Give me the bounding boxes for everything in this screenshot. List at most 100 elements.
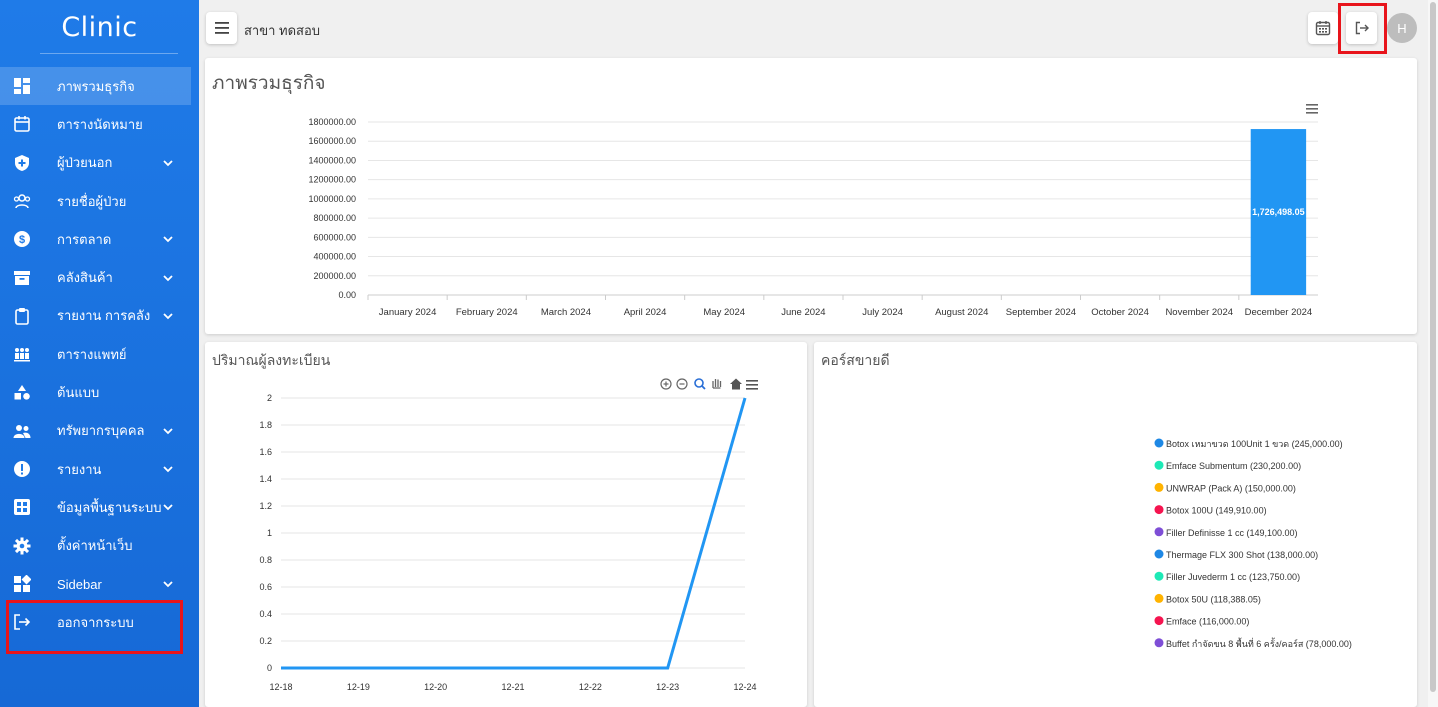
sidebar-item-label: ผู้ป่วยนอก [57, 155, 113, 171]
svg-text:$: $ [19, 234, 25, 246]
sidebar-item-label: ทรัพยากรบุคคล [57, 423, 145, 439]
legend-label[interactable]: Filler Juvederm 1 cc (123,750.00) [1166, 572, 1300, 582]
business-overview-card: ภาพรวมธุรกิจ 0.00 200000.00 400000.00 60000… [205, 58, 1417, 334]
x-tick-label: September 2024 [1006, 307, 1076, 318]
y-tick-label: 1.4 [259, 474, 272, 484]
sidebar-item-12[interactable]: ตั้งค่าหน้าเว็บ [0, 527, 199, 565]
sidebar-item-10[interactable]: รายงาน [0, 450, 199, 488]
legend-label[interactable]: Botox เหมาขวด 100Unit 1 ขวด (245,000.00) [1166, 439, 1343, 449]
sidebar-item-2[interactable]: ผู้ป่วยนอก [0, 144, 199, 182]
y-tick-label: 0.4 [259, 609, 272, 619]
hamburger-icon [214, 22, 229, 34]
sidebar-item-5[interactable]: คลังสินค้า [0, 258, 199, 296]
y-tick-label: 1200000.00 [308, 175, 356, 185]
legend-marker[interactable] [1154, 527, 1164, 537]
sidebar-item-label: ต้นแบบ [57, 385, 100, 401]
archive-icon [14, 270, 30, 285]
legend-label[interactable]: Buffet กำจัดขน 8 พื้นที่ 6 ครั้ง/คอร์ส (… [1166, 637, 1352, 649]
y-tick-label: 400000.00 [313, 252, 356, 262]
x-tick-label: May 2024 [703, 307, 745, 318]
chart-menu-icon[interactable] [746, 380, 758, 390]
calendar-button[interactable] [1308, 12, 1338, 44]
legend-label[interactable]: Filler Definisse 1 cc (149,100.00) [1166, 528, 1298, 538]
legend-marker[interactable] [1154, 571, 1164, 581]
logout-button-highlight-box [1338, 3, 1387, 54]
y-tick-label: 0.8 [259, 555, 272, 565]
sidebar-item-label: ตารางแพทย์ [57, 346, 127, 362]
legend-marker[interactable] [1154, 593, 1164, 603]
pan-hand-icon[interactable] [712, 379, 722, 389]
zoom-in-icon[interactable] [660, 378, 672, 390]
dollar-icon: $ [14, 231, 30, 248]
sidebar-item-1[interactable]: ตารางนัดหมาย [0, 105, 199, 143]
legend-label[interactable]: Botox 100U (149,910.00) [1166, 506, 1267, 516]
legend-marker[interactable] [1154, 638, 1164, 648]
y-tick-label: 1800000.00 [308, 117, 356, 127]
y-tick-label: 1400000.00 [308, 155, 356, 165]
legend-label[interactable]: UNWRAP (Pack A) (150,000.00) [1166, 483, 1296, 493]
sidebar-nav: ภาพรวมธุรกิจตารางนัดหมายผู้ป่วยนอกรายชื่… [0, 67, 199, 641]
brand-logo: Clinic [61, 11, 138, 43]
menu-toggle-button[interactable] [206, 12, 237, 44]
legend-marker[interactable] [1154, 482, 1164, 492]
sidebar-item-6[interactable]: รายงาน การคลัง [0, 297, 199, 335]
top-bar: สาขา ทดสอบ H [199, 0, 1431, 56]
bar-data-label: 1,726,498.05 [1252, 207, 1305, 217]
legend-label[interactable]: Botox 50U (118,388.05) [1166, 594, 1261, 604]
people-icon [13, 424, 31, 438]
sidebar-item-3[interactable]: รายชื่อผู้ป่วย [0, 182, 199, 220]
sidebar-item-13[interactable]: Sidebar [0, 565, 199, 603]
y-tick-label: 1.8 [259, 420, 272, 430]
legend-label[interactable]: Thermage FLX 300 Shot (138,000.00) [1166, 550, 1318, 560]
sidebar-item-11[interactable]: ข้อมูลพื้นฐานระบบ [0, 488, 199, 526]
sidebar-item-label: ตั้งค่าหน้าเว็บ [57, 538, 133, 554]
legend-marker[interactable] [1154, 616, 1164, 626]
y-tick-label: 1 [267, 528, 272, 538]
y-tick-label: 0.6 [259, 582, 272, 592]
x-tick-label: 12-20 [424, 682, 447, 692]
zoom-out-icon[interactable] [676, 378, 688, 390]
user-avatar[interactable]: H [1387, 13, 1417, 43]
sidebar-item-8[interactable]: ต้นแบบ [0, 373, 199, 411]
x-tick-label: March 2024 [541, 307, 591, 318]
legend-marker[interactable] [1154, 549, 1164, 559]
chevron-down-icon [163, 274, 173, 281]
sidebar-item-4[interactable]: $ การตลาด [0, 220, 199, 258]
sidebar-item-7[interactable]: ตารางแพทย์ [0, 335, 199, 373]
y-tick-label: 1600000.00 [308, 136, 356, 146]
x-tick-label: 12-22 [579, 682, 602, 692]
sidebar-item-label: ตารางนัดหมาย [57, 116, 143, 132]
legend-marker[interactable] [1154, 460, 1164, 470]
chevron-down-icon [163, 236, 173, 243]
y-tick-label: 1000000.00 [308, 194, 356, 204]
legend-label[interactable]: Emface Submentum (230,200.00) [1166, 461, 1301, 471]
x-tick-label: 12-24 [733, 682, 756, 692]
legend-label[interactable]: Emface (116,000.00) [1166, 617, 1249, 627]
y-tick-label: 0 [267, 663, 272, 673]
scrollbar-thumb[interactable] [1430, 2, 1436, 692]
shapes-icon [14, 384, 30, 400]
revenue-bar-chart: 0.00 200000.00 400000.00 600000.00 800000.00… [308, 104, 1318, 318]
legend-marker[interactable] [1154, 505, 1164, 515]
sidebar-item-9[interactable]: ทรัพยากรบุคคล [0, 412, 199, 450]
sidebar-item-0[interactable]: ภาพรวมธุรกิจ [0, 67, 191, 106]
logout-highlight-box [6, 600, 183, 654]
calendar-icon [14, 116, 30, 133]
chart-menu-icon[interactable] [1306, 104, 1318, 114]
chevron-down-icon [163, 466, 173, 473]
grid-icon [14, 499, 30, 516]
x-tick-label: October 2024 [1091, 307, 1149, 318]
chevron-down-icon [163, 504, 173, 511]
x-tick-label: 12-19 [347, 682, 370, 692]
x-tick-label: December 2024 [1245, 307, 1313, 318]
x-tick-label: 12-21 [501, 682, 524, 692]
y-tick-label: 0.2 [259, 636, 272, 646]
legend-marker[interactable] [1154, 438, 1164, 448]
home-icon[interactable] [730, 378, 742, 390]
y-tick-label: 600000.00 [313, 232, 356, 242]
doctors-icon [14, 348, 30, 362]
shield-plus-icon [15, 154, 29, 171]
chevron-down-icon [163, 428, 173, 435]
bestsellers-card: คอร์สขายดี Botox เหมาขวด 100Unit 1 ขวด (… [814, 342, 1417, 707]
zoom-search-icon[interactable] [694, 378, 706, 390]
